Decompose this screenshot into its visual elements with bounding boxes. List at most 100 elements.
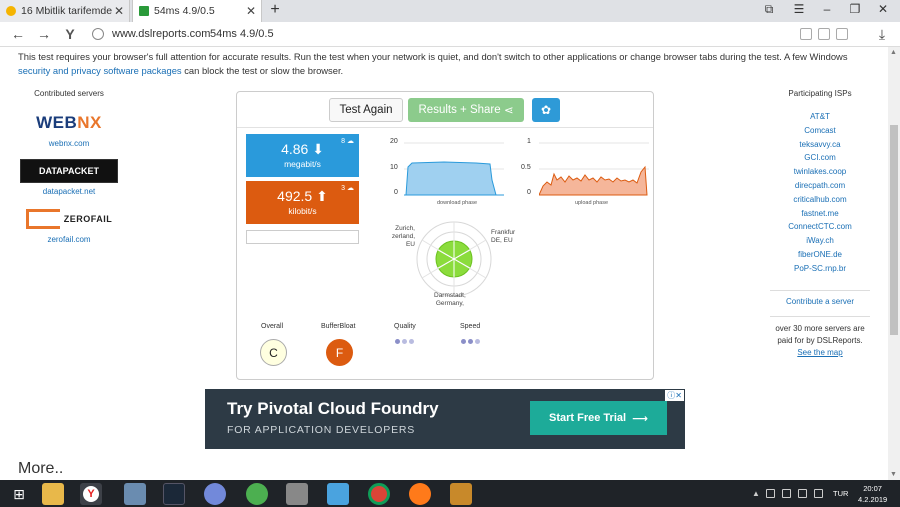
page-content: This test requires your browser's full a…	[0, 47, 888, 480]
language-indicator[interactable]: TUR	[833, 489, 848, 498]
firefox-icon[interactable]	[409, 483, 431, 505]
yandex-browser-icon[interactable]: Y	[80, 483, 102, 505]
counter-strike-icon[interactable]	[450, 483, 472, 505]
volume-icon[interactable]	[814, 489, 823, 498]
menu-icon[interactable]: ☰	[790, 2, 808, 16]
browser-tab-2[interactable]: 54ms 4.9/0.5 ✕	[132, 0, 262, 22]
isp-link[interactable]: ConnectCTC.com	[770, 220, 870, 234]
network-icon[interactable]	[798, 489, 807, 498]
isp-list: AT&T Comcast teksavvy.ca GCI.com twinlakes.c…	[770, 110, 870, 276]
steam-icon[interactable]	[163, 483, 185, 505]
dl-tick: 0	[394, 189, 398, 196]
download-streams: 8 ☁	[341, 138, 354, 145]
isp-link[interactable]: GCI.com	[770, 151, 870, 165]
scroll-down-icon[interactable]: ▼	[890, 471, 897, 478]
isp-link[interactable]: twinlakes.coop	[770, 165, 870, 179]
isp-link[interactable]: AT&T	[770, 110, 870, 124]
ad-banner[interactable]: Try Pivotal Cloud Foundry FOR APPLICATIO…	[205, 389, 685, 449]
new-tab-button[interactable]: +	[266, 1, 284, 19]
see-map-link[interactable]: See the map	[797, 348, 842, 357]
download-unit: megabit/s	[284, 159, 321, 169]
maximize-icon[interactable]: ❐	[846, 2, 864, 16]
windows-start-icon[interactable]: ⊞	[8, 483, 30, 505]
ad-choices-icon[interactable]: ⓘ✕	[665, 390, 684, 401]
show-hidden-icons[interactable]: ▲	[752, 489, 760, 498]
tabs-menu-icon[interactable]: ⧉	[760, 2, 778, 17]
isp-link[interactable]: fiberONE.de	[770, 248, 870, 262]
node-frankfurt: Frankfur DE, EU	[491, 229, 516, 244]
isp-link[interactable]: teksavvy.ca	[770, 138, 870, 152]
upload-arrow-icon: ⬆	[316, 188, 328, 204]
app-icon[interactable]	[246, 483, 268, 505]
server-webnx[interactable]: WEB NX webnx.com	[14, 110, 124, 148]
isp-link[interactable]: PoP-SC.rnp.br	[770, 262, 870, 276]
forward-icon[interactable]: →	[36, 26, 52, 42]
node-darmstadt: Darmstadt, Germany,	[434, 292, 466, 307]
page-title: 54ms 4.9/0.5	[210, 28, 274, 40]
browser-tab-1[interactable]: 16 Mbitlik tarifemden 1.5 M ✕	[0, 0, 130, 22]
globe-icon	[92, 28, 104, 40]
server-link[interactable]: zerofail.com	[14, 235, 124, 244]
url-field[interactable]: www.dslreports.com	[112, 28, 210, 40]
contribute-server-link[interactable]: Contribute a server	[770, 289, 870, 317]
results-share-button[interactable]: Results + Share ⋖	[408, 98, 524, 122]
isp-link[interactable]: fastnet.me	[770, 207, 870, 221]
overall-grade: C	[260, 339, 287, 366]
more-heading: More..	[18, 460, 64, 477]
start-free-trial-button[interactable]: Start Free Trial ⟶	[530, 401, 667, 435]
test-again-button[interactable]: Test Again	[329, 98, 403, 122]
discord-icon[interactable]	[204, 483, 226, 505]
close-tab-icon[interactable]: ✕	[112, 4, 126, 18]
scroll-thumb[interactable]	[890, 125, 898, 335]
security-software-link[interactable]: security and privacy software packages	[18, 65, 182, 76]
app-icon[interactable]	[286, 483, 308, 505]
server-datapacket[interactable]: DATAPACKET datapacket.net	[14, 158, 124, 196]
more-servers-note: over 30 more servers are paid for by DSL…	[775, 323, 865, 357]
back-icon[interactable]: ←	[10, 26, 26, 42]
isp-link[interactable]: criticalhub.com	[770, 193, 870, 207]
server-radar	[416, 221, 492, 297]
download-arrow-icon: ⬇	[312, 141, 324, 157]
isp-link[interactable]: direcpath.com	[770, 179, 870, 193]
upload-unit: kilobit/s	[288, 206, 317, 216]
isp-link[interactable]: iWay.ch	[770, 234, 870, 248]
webnx-logo: WEB NX	[36, 113, 102, 132]
contributed-servers: Contributed servers WEB NX webnx.com DATA…	[14, 89, 124, 254]
download-phase-chart	[404, 142, 504, 196]
upload-phase-caption: upload phase	[575, 200, 609, 206]
ad-title: Try Pivotal Cloud Foundry	[227, 399, 439, 418]
tab-title: 54ms 4.9/0.5	[154, 5, 215, 17]
server-link[interactable]: webnx.com	[14, 139, 124, 148]
download-icon[interactable]: ⤓	[874, 26, 890, 43]
tab-title: 16 Mbitlik tarifemden 1.5 M	[21, 5, 112, 17]
upload-streams: 3 ☁	[341, 185, 354, 192]
isp-link[interactable]: Comcast	[770, 124, 870, 138]
chrome-icon[interactable]	[368, 483, 390, 505]
ad-subtitle: FOR APPLICATION DEVELOPERS	[227, 424, 416, 436]
yandex-logo-icon[interactable]: Y	[62, 26, 78, 42]
close-window-icon[interactable]: ✕	[874, 2, 892, 16]
reader-mode-icon[interactable]	[800, 28, 812, 40]
download-phase-caption: download phase	[437, 200, 478, 206]
close-tab-icon[interactable]: ✕	[244, 4, 258, 18]
grade-label-quality: Quality	[394, 323, 416, 330]
intro-text: This test requires your browser's full a…	[18, 51, 848, 76]
share-icon: ⋖	[503, 105, 514, 117]
tray-icon[interactable]	[782, 489, 791, 498]
bookmark-icon[interactable]	[836, 28, 848, 40]
gear-icon: ✿	[540, 103, 552, 117]
page-scrollbar[interactable]: ▲ ▼	[888, 47, 900, 480]
datapacket-logo: DATAPACKET	[20, 159, 118, 183]
ul-tick: 0.5	[521, 164, 531, 171]
minimize-icon[interactable]: –	[818, 2, 836, 16]
scroll-up-icon[interactable]: ▲	[890, 49, 897, 56]
tray-icon[interactable]	[766, 489, 775, 498]
translate-icon[interactable]	[818, 28, 830, 40]
settings-button[interactable]: ✿	[532, 98, 560, 122]
photos-app-icon[interactable]	[124, 483, 146, 505]
file-explorer-icon[interactable]	[42, 483, 64, 505]
server-link[interactable]: datapacket.net	[14, 187, 124, 196]
server-zerofail[interactable]: ZEROFAIL zerofail.com	[14, 206, 124, 244]
app-icon[interactable]	[327, 483, 349, 505]
clock[interactable]: 20:07 4.2.2019	[858, 483, 887, 505]
